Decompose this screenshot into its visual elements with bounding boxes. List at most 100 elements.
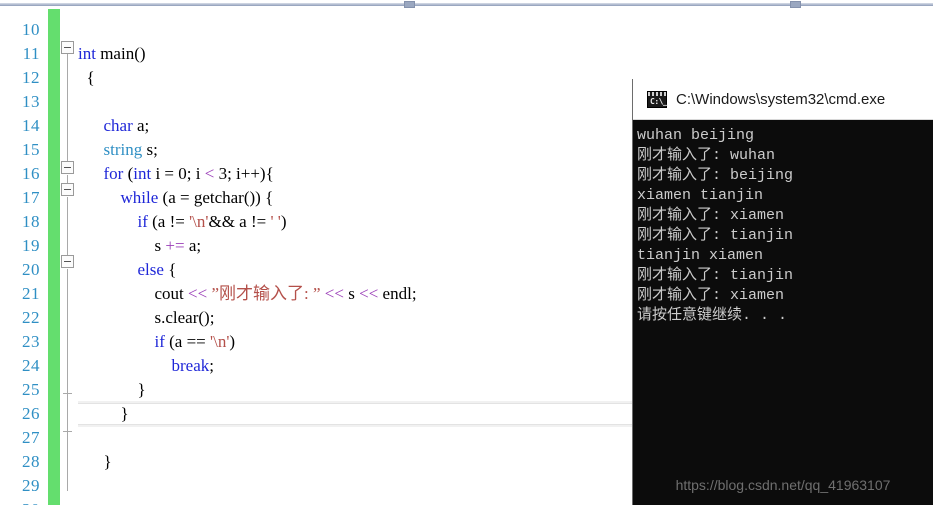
fold-collapse-icon[interactable] — [61, 41, 74, 54]
code-line[interactable]: cout << ”刚才输入了: ” << s << endl; — [78, 285, 417, 302]
code-token: } — [78, 404, 129, 423]
line-number: 22 — [22, 308, 40, 327]
code-token: } — [78, 452, 112, 471]
code-token: if — [137, 212, 148, 231]
line-number: 13 — [22, 92, 40, 111]
console-line: 刚才输入了: xiamen — [637, 207, 785, 224]
line-number: 11 — [22, 44, 40, 63]
console-line: 刚才输入了: tianjin — [637, 227, 794, 244]
code-line[interactable]: string s; — [78, 141, 158, 158]
code-token: a; — [132, 116, 150, 135]
code-token: ' ' — [270, 212, 281, 231]
console-line: 刚才输入了: xiamen — [637, 287, 785, 304]
console-title-text: C:\Windows\system32\cmd.exe — [676, 90, 886, 108]
code-token: '\n' — [210, 332, 230, 351]
line-number: 15 — [22, 140, 40, 159]
watermark: https://blog.csdn.net/qq_41963107 — [675, 477, 891, 493]
code-token: if — [154, 332, 165, 351]
code-token: { — [163, 260, 177, 279]
fold-guide-line — [67, 393, 68, 431]
console-title-bar[interactable]: C:\_ C:\Windows\system32\cmd.exe — [633, 79, 933, 120]
code-line[interactable]: } — [78, 405, 129, 422]
code-line[interactable]: for (int i = 0; i < 3; i++){ — [78, 165, 274, 182]
line-number: 23 — [22, 332, 40, 351]
code-line[interactable]: } — [78, 381, 146, 398]
line-number: 30 — [22, 501, 40, 505]
code-token: '\n' — [189, 212, 209, 231]
console-output: wuhan beijing 刚才输入了: wuhan 刚才输入了: beijing x… — [633, 120, 933, 326]
line-number: 16 — [22, 164, 40, 183]
code-token: cout — [78, 284, 189, 303]
code-token: ) — [280, 212, 287, 231]
fold-collapse-icon[interactable] — [61, 255, 74, 268]
screenshot-root: 10 11 12 13 14 15 16 17 18 19 20 21 22 23 24 25 26 27 28 29… — [0, 0, 933, 505]
code-line[interactable]: s.clear(); — [78, 308, 215, 327]
cmd-console-window[interactable]: C:\_ C:\Windows\system32\cmd.exe wuhan b… — [632, 79, 933, 505]
code-token: << — [324, 284, 344, 303]
code-text-area[interactable]: int main() { char a; string s; for (int … — [78, 9, 633, 505]
code-line[interactable]: else { — [78, 260, 177, 279]
console-line: 刚才输入了: wuhan — [637, 147, 776, 164]
code-token: { — [78, 68, 95, 87]
line-number: 18 — [22, 212, 40, 231]
code-line[interactable]: break; — [78, 356, 215, 375]
code-line[interactable]: int main() — [78, 45, 146, 62]
fold-collapse-icon[interactable] — [61, 183, 74, 196]
fold-guide-line — [67, 175, 68, 183]
change-margin-strip — [48, 9, 60, 505]
code-token: s; — [142, 140, 158, 159]
code-token: s.clear(); — [78, 308, 215, 327]
code-line[interactable]: { — [78, 69, 95, 86]
code-token: break — [171, 356, 210, 375]
code-token: string — [103, 140, 143, 159]
cmd-icon-glyph: C:\_ — [650, 96, 668, 106]
fold-guide-line — [67, 197, 68, 257]
code-token: for — [103, 164, 124, 183]
code-token: ( — [123, 164, 134, 183]
console-line: tianjin xiamen — [637, 247, 764, 264]
code-token: s — [78, 236, 166, 255]
code-token: << — [188, 284, 208, 303]
fold-collapse-icon[interactable] — [61, 161, 74, 174]
code-folding-column[interactable] — [60, 9, 78, 505]
line-number: 26 — [22, 404, 40, 423]
code-token: ; — [209, 356, 214, 375]
splitter-grip-left[interactable] — [404, 1, 415, 8]
fold-guide-line — [67, 47, 68, 167]
splitter-grip-right[interactable] — [790, 1, 801, 8]
console-line: 刚才输入了: beijing — [637, 167, 794, 184]
code-line[interactable]: s += a; — [78, 236, 202, 255]
code-token: while — [120, 188, 159, 207]
code-token: && a != — [208, 212, 271, 231]
code-token: (a = getchar()) { — [158, 188, 274, 207]
line-number: 25 — [22, 380, 40, 399]
line-number: 17 — [22, 188, 40, 207]
code-line[interactable]: if (a == '\n') — [78, 332, 236, 351]
code-line[interactable]: } — [78, 453, 112, 470]
line-number: 10 — [22, 20, 40, 39]
code-token: endl; — [378, 284, 417, 303]
line-number: 21 — [22, 284, 40, 303]
code-token: ) — [229, 332, 236, 351]
code-token: ”刚才输入了: ” — [207, 284, 321, 303]
code-token: a; — [184, 236, 202, 255]
line-number-gutter: 10 11 12 13 14 15 16 17 18 19 20 21 22 23 24 25 26 27 28 29… — [0, 9, 48, 505]
code-token: i = 0; i — [151, 164, 205, 183]
line-number: 28 — [22, 452, 40, 471]
console-line: wuhan beijing — [637, 127, 755, 144]
code-token: else — [137, 260, 164, 279]
console-line: xiamen tianjin — [637, 187, 764, 204]
code-line[interactable]: if (a != '\n'&& a != ' ') — [78, 213, 287, 230]
code-line[interactable]: char a; — [78, 116, 150, 135]
code-line[interactable]: while (a = getchar()) { — [78, 188, 274, 207]
line-number: 12 — [22, 68, 40, 87]
code-token: 3; i++){ — [214, 164, 274, 183]
editor-splitter-bar[interactable] — [0, 0, 933, 9]
cmd-icon: C:\_ — [647, 90, 668, 108]
